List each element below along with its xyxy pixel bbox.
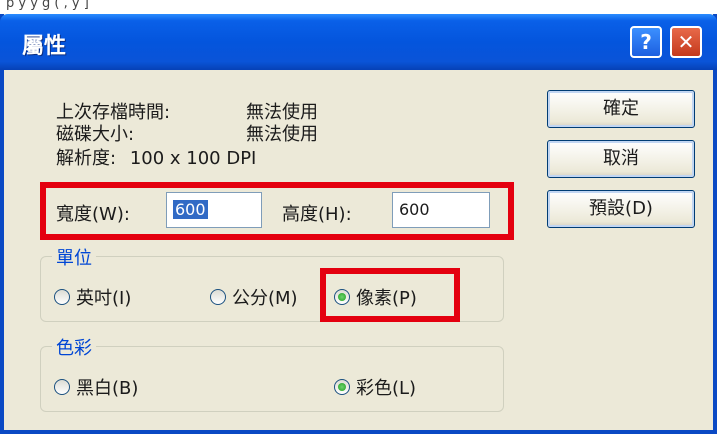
radio-black-white[interactable]: 黑白(B) (54, 374, 138, 400)
radio-black-white-label: 黑白(B) (76, 378, 139, 399)
radio-centimeters-circle (210, 289, 226, 305)
background-window-text: p y y g ( , y ] (6, 0, 89, 11)
height-label: 高度(H): (282, 204, 352, 225)
background-window-edge: p y y g ( , y ] (0, 0, 717, 15)
dialog-title: 屬性 (22, 34, 67, 59)
title-bar[interactable]: 屬性 ? ✕ (0, 14, 717, 70)
height-input[interactable]: 600 (392, 192, 490, 228)
width-value: 600 (173, 200, 208, 219)
radio-pixels[interactable]: 像素(P) (334, 284, 417, 310)
radio-inches-circle (54, 289, 70, 305)
radio-inches[interactable]: 英吋(I) (54, 284, 131, 310)
resolution-value: 100 x 100 DPI (129, 148, 257, 169)
radio-pixels-label: 像素(P) (356, 288, 417, 309)
height-value: 600 (399, 200, 430, 219)
radio-color-circle (334, 379, 350, 395)
attributes-dialog: 屬性 ? ✕ 上次存檔時間: 無法使用 磁碟大小: 無法使用 解析度: 100 … (0, 14, 717, 434)
width-label: 寬度(W): (56, 204, 130, 225)
default-button[interactable]: 預設(D) (547, 190, 695, 228)
radio-centimeters[interactable]: 公分(M) (210, 284, 298, 310)
cancel-button[interactable]: 取消 (547, 140, 695, 178)
size-row: 磁碟大小: 無法使用 (56, 120, 318, 146)
size-label: 磁碟大小: (56, 124, 135, 145)
width-input[interactable]: 600 (166, 192, 262, 228)
radio-inches-label: 英吋(I) (76, 288, 132, 309)
radio-color[interactable]: 彩色(L) (334, 374, 416, 400)
radio-pixels-circle (334, 289, 350, 305)
radio-centimeters-label: 公分(M) (232, 288, 298, 309)
close-icon: ✕ (677, 30, 695, 54)
radio-color-label: 彩色(L) (356, 378, 417, 399)
ok-button[interactable]: 確定 (547, 90, 695, 128)
colors-group-label: 色彩 (52, 334, 96, 360)
help-button[interactable]: ? (630, 26, 662, 58)
resolution-row: 解析度: 100 x 100 DPI (56, 144, 256, 170)
resolution-label: 解析度: (56, 148, 117, 169)
help-icon: ? (640, 30, 652, 54)
size-value: 無法使用 (246, 124, 318, 145)
units-group-label: 單位 (52, 244, 96, 270)
radio-black-white-circle (54, 379, 70, 395)
close-button[interactable]: ✕ (670, 26, 702, 58)
